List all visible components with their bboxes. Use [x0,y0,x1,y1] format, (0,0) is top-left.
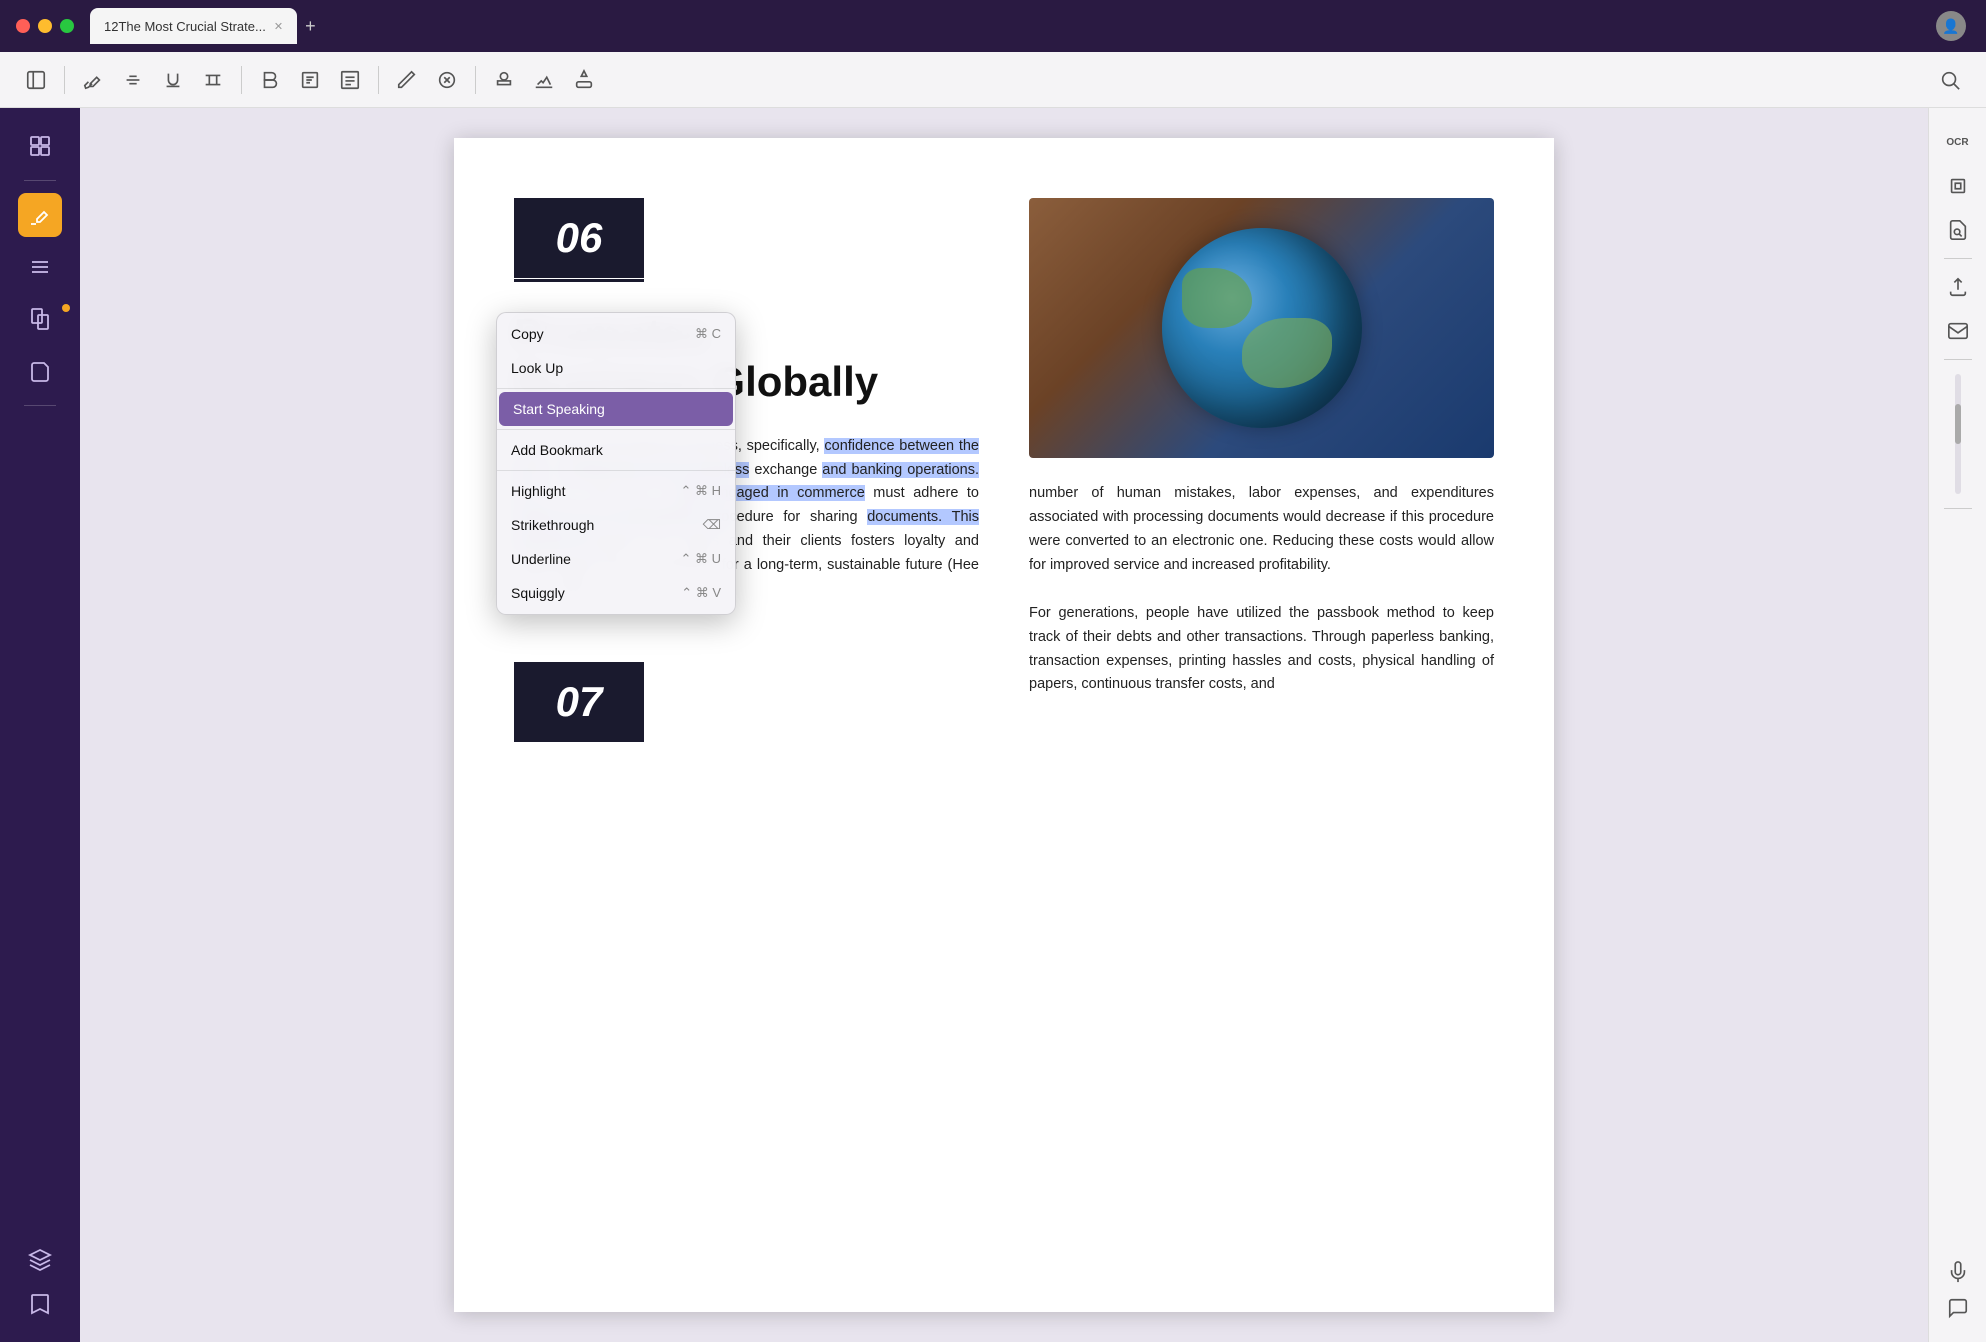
globe-visual [1162,228,1362,428]
pen-icon[interactable] [391,64,423,96]
new-tab-button[interactable]: + [305,16,316,37]
strikethrough-icon[interactable] [117,64,149,96]
audio-icon[interactable] [1940,1254,1976,1290]
sidebar-bookmark-icon[interactable] [18,1282,62,1326]
menu-separator-1 [497,388,735,389]
menu-item-underline[interactable]: Underline ⌃ ⌘ U [497,542,735,576]
highlight-pen-icon[interactable] [77,64,109,96]
sidebar-thumbnail-icon[interactable] [18,124,62,168]
sidebar-copy-icon[interactable] [18,349,62,393]
menu-item-squiggly[interactable]: Squiggly ⌃ ⌘ V [497,576,735,610]
right-sidebar-divider-2 [1944,359,1972,360]
tab-close-button[interactable]: ✕ [274,20,283,33]
sidebar-layers-icon[interactable] [18,1238,62,1282]
sidebar-page-icon[interactable] [18,297,62,341]
menu-squiggly-shortcut: ⌃ ⌘ V [681,585,721,601]
comment-icon[interactable] [1940,1290,1976,1326]
mail-icon[interactable] [1940,313,1976,349]
text-strikethrough-icon[interactable] [197,64,229,96]
section-07-wrapper: 07 [514,662,979,742]
text-bold-icon[interactable] [254,64,286,96]
section-07-number: 07 [556,678,603,726]
title-bar: 12The Most Crucial Strate... ✕ + 👤 [0,0,1986,52]
toolbar-divider-1 [64,66,65,94]
active-indicator [62,304,70,312]
right-sidebar-bottom [1940,1254,1976,1326]
scrollbar-track[interactable] [1955,374,1961,494]
menu-lookup-label: Look Up [511,360,563,376]
sidebar-bottom [18,1238,62,1326]
menu-separator-2 [497,429,735,430]
right-column: number of human mistakes, labor expenses… [1029,198,1494,1252]
right-sidebar: OCR [1928,108,1986,1342]
menu-highlight-shortcut: ⌃ ⌘ H [680,483,721,499]
right-text-passbook: For generations, people have utilized th… [1029,605,1494,693]
globe-image [1029,198,1494,458]
right-sidebar-divider-3 [1944,508,1972,509]
menu-item-copy[interactable]: Copy ⌘ C [497,317,735,351]
menu-highlight-label: Highlight [511,483,565,499]
menu-item-start-speaking[interactable]: Start Speaking [499,392,733,426]
menu-squiggly-label: Squiggly [511,585,565,601]
menu-underline-shortcut: ⌃ ⌘ U [680,551,721,567]
menu-speaking-label: Start Speaking [513,401,605,417]
main-content: 06 Promotes Business Globally When doing… [80,108,1928,1342]
right-sidebar-divider-1 [1944,258,1972,259]
fullscreen-button[interactable] [60,19,74,33]
toolbar-right [1934,64,1966,96]
stamp-icon[interactable] [488,64,520,96]
menu-bookmark-label: Add Bookmark [511,442,603,458]
menu-copy-shortcut: ⌘ C [695,326,721,342]
sidebar-divider-2 [24,405,56,406]
section-number: 06 [556,214,603,262]
export-icon[interactable] [1940,269,1976,305]
document-search-icon[interactable] [1940,212,1976,248]
signature-icon[interactable] [528,64,560,96]
section-number-box: 06 [514,198,644,278]
menu-item-bookmark[interactable]: Add Bookmark [497,433,735,467]
close-button[interactable] [16,19,30,33]
underline-icon[interactable] [157,64,189,96]
text-box-icon[interactable] [294,64,326,96]
minimize-button[interactable] [38,19,52,33]
list-icon[interactable] [334,64,366,96]
menu-copy-label: Copy [511,326,544,342]
sidebar-list-icon[interactable] [18,245,62,289]
sidebar-divider-1 [24,180,56,181]
toolbar [0,52,1986,108]
tab-title: 12The Most Crucial Strate... [104,19,266,34]
menu-underline-label: Underline [511,551,571,567]
section-07-box: 07 [514,662,644,742]
menu-item-highlight[interactable]: Highlight ⌃ ⌘ H [497,474,735,508]
sidebar-highlight-icon[interactable] [18,193,62,237]
scan-icon[interactable] [1940,168,1976,204]
menu-strikethrough-label: Strikethrough [511,517,594,533]
right-body-text-2: For generations, people have utilized th… [1029,602,1494,698]
body-text-mid4: must adhere to [865,485,979,501]
menu-item-lookup[interactable]: Look Up [497,351,735,385]
toolbar-divider-2 [241,66,242,94]
toolbar-divider-3 [378,66,379,94]
menu-item-strikethrough[interactable]: Strikethrough ⌫ [497,508,735,542]
scrollbar-thumb[interactable] [1955,404,1961,444]
body-text-mid5: cedure for sharing [729,509,867,525]
search-icon[interactable] [1934,64,1966,96]
avatar[interactable]: 👤 [1936,11,1966,41]
active-tab[interactable]: 12The Most Crucial Strate... ✕ [90,8,297,44]
shape-icon[interactable] [431,64,463,96]
right-body-text-1: number of human mistakes, labor expenses… [1029,482,1494,578]
toolbar-divider-4 [475,66,476,94]
ocr-icon[interactable]: OCR [1940,124,1976,160]
menu-strikethrough-shortcut: ⌫ [703,517,721,533]
book-icon[interactable] [20,64,52,96]
left-sidebar [0,108,80,1342]
tab-bar: 12The Most Crucial Strate... ✕ + [90,0,316,52]
right-text-intro: number of human mistakes, labor expenses… [1029,485,1494,573]
menu-separator-3 [497,470,735,471]
traffic-lights [16,19,74,33]
color-icon[interactable] [568,64,600,96]
body-text-mid2: exchange [749,462,822,478]
context-menu: Copy ⌘ C Look Up Start Speaking Add Book… [496,312,736,615]
